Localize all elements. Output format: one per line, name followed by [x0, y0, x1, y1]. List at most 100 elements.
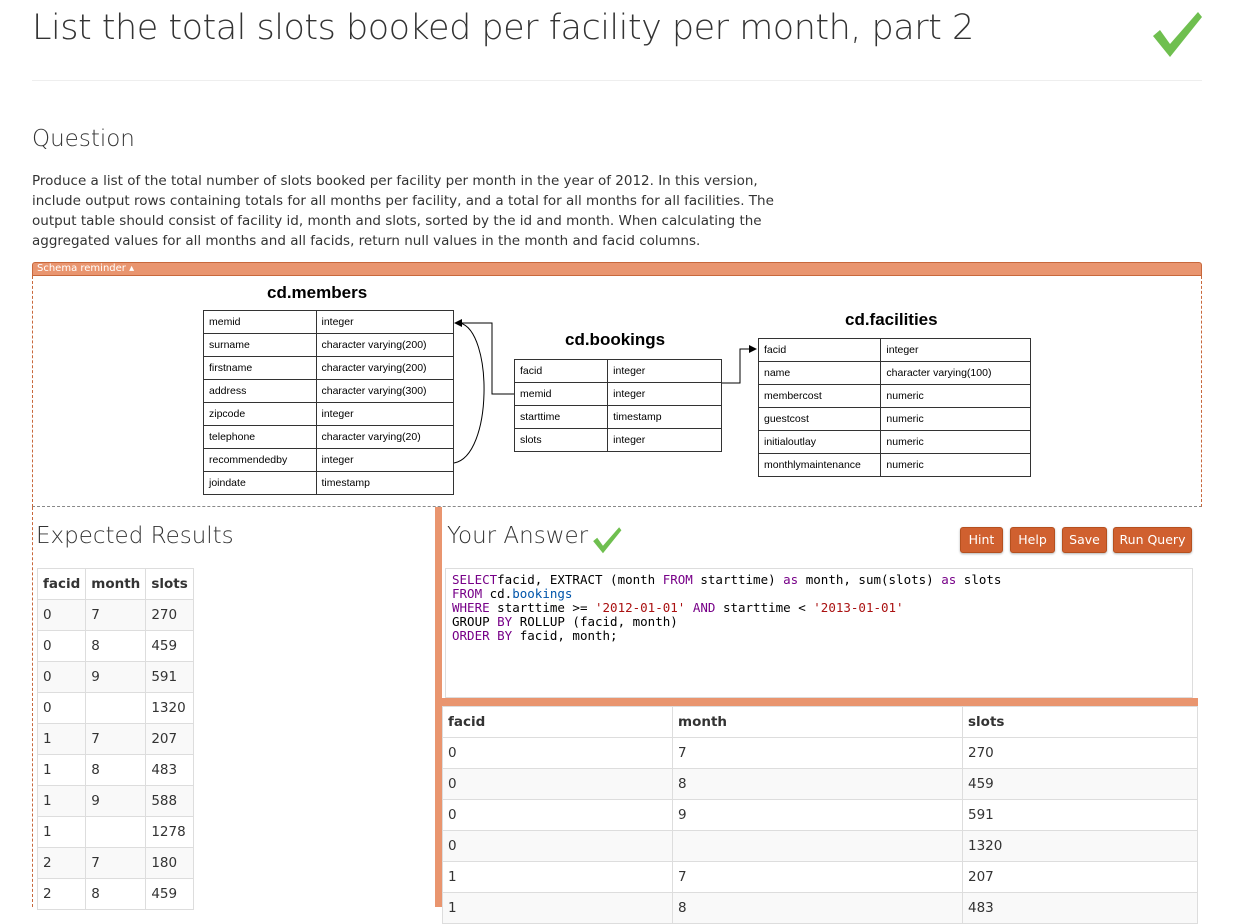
table-cell: 8	[672, 892, 963, 924]
column-header: slots	[145, 568, 194, 600]
table-cell: 1320	[145, 692, 194, 724]
table-cell	[672, 830, 963, 862]
table-row: 0 9 591	[442, 799, 1198, 831]
table-cell: 0	[36, 630, 87, 662]
expected-results-panel: Expected Results facid month slots 0 7 270 0 8 4…	[32, 507, 435, 910]
sql-token: bookings	[512, 586, 573, 601]
table-cell: 207	[962, 861, 1198, 893]
hint-button[interactable]: Hint	[960, 527, 1003, 553]
page-title: List the total slots booked per facility…	[32, 8, 974, 48]
table-cell: 8	[672, 768, 963, 800]
table-row: 1 9 588	[36, 785, 194, 817]
table-cell	[85, 692, 147, 724]
table-cell: 8	[85, 630, 147, 662]
sql-token: as	[783, 572, 799, 587]
table-cell: 8	[85, 754, 147, 786]
table-row: 1 8 483	[36, 754, 194, 786]
table-row: 1 8 483	[442, 892, 1198, 924]
table-row: 2 8 459	[36, 878, 194, 910]
table-cell: 1	[36, 723, 87, 755]
query-results-table: facid month slots 0 7 270 0 8 459 0 9 591 0 1320 1 7 207…	[442, 706, 1198, 924]
sql-token: '2013-01-01'	[813, 600, 904, 615]
column-header: month	[85, 568, 147, 600]
table-cell: 207	[145, 723, 194, 755]
table-cell: 459	[962, 768, 1198, 800]
table-cell: 7	[672, 737, 963, 769]
table-cell: 0	[36, 692, 87, 724]
question-text: Produce a list of the total number of sl…	[32, 173, 774, 249]
schema-diagram: cd.members memid integer surname character …	[32, 276, 1202, 507]
horizontal-splitter[interactable]	[442, 698, 1198, 706]
table-cell: 1278	[145, 816, 194, 848]
sql-token: slots	[963, 572, 1002, 587]
divider	[32, 80, 1202, 81]
table-cell: 7	[85, 847, 147, 879]
vertical-splitter[interactable]	[435, 507, 442, 907]
sql-token: facid, month;	[512, 628, 618, 643]
sql-token: WHERE	[452, 600, 490, 615]
table-cell: 8	[85, 878, 147, 910]
table-row: 1 7 207	[36, 723, 194, 755]
table-row: 2 7 180	[36, 847, 194, 879]
table-cell: 1320	[962, 830, 1198, 862]
table-cell: 7	[85, 599, 147, 631]
table-row: 0 8 459	[36, 630, 194, 662]
table-cell: 1	[36, 785, 87, 817]
check-icon	[593, 527, 622, 554]
table-cell: 2	[36, 878, 87, 910]
table-cell: 1	[36, 816, 87, 848]
table-cell: 0	[442, 737, 673, 769]
sql-token: '2012-01-01'	[595, 600, 686, 615]
table-cell: 270	[145, 599, 194, 631]
table-row: 0 1320	[442, 830, 1198, 862]
sql-token: month, sum(slots)	[798, 572, 942, 587]
sql-token: cd.	[482, 586, 513, 601]
table-cell: 1	[36, 754, 87, 786]
expected-results-heading: Expected Results	[36, 523, 234, 549]
table-row: 1 7 207	[442, 861, 1198, 893]
column-header: facid	[36, 568, 87, 600]
table-cell: 483	[145, 754, 194, 786]
table-cell: 0	[442, 799, 673, 831]
column-header: facid	[442, 706, 673, 738]
sql-token: SELECT	[452, 572, 498, 587]
table-cell: 0	[442, 830, 673, 862]
table-cell: 180	[145, 847, 194, 879]
table-cell: 0	[36, 661, 87, 693]
table-row: 1 1278	[36, 816, 194, 848]
table-cell: 591	[145, 661, 194, 693]
schema-reminder-toggle[interactable]: Schema reminder ▴	[32, 262, 1202, 276]
sql-token: GROUP	[452, 614, 490, 629]
table-cell: 2	[36, 847, 87, 879]
your-answer-heading: Your Answer	[447, 523, 589, 549]
help-button[interactable]: Help	[1010, 527, 1055, 553]
sql-token: AND	[692, 600, 716, 615]
run-query-button[interactable]: Run Query	[1113, 527, 1192, 553]
column-header: slots	[962, 706, 1198, 738]
sql-token: FROM	[662, 572, 693, 587]
sql-token: starttime <	[715, 600, 814, 615]
table-row: 0 9 591	[36, 661, 194, 693]
sql-token: BY	[497, 614, 513, 629]
sql-token: facid, EXTRACT (month	[497, 572, 663, 587]
table-cell: 1	[442, 892, 673, 924]
sql-token: ORDER BY	[452, 628, 513, 643]
table-row: 0 7 270	[36, 599, 194, 631]
table-cell: 0	[442, 768, 673, 800]
sql-editor[interactable]: SELECTfacid, EXTRACT (month FROM startti…	[445, 568, 1193, 698]
table-row: 0 8 459	[442, 768, 1198, 800]
table-cell: 7	[85, 723, 147, 755]
sql-token: as	[941, 572, 957, 587]
table-cell: 9	[85, 661, 147, 693]
table-cell: 270	[962, 737, 1198, 769]
table-cell: 1	[442, 861, 673, 893]
table-cell: 483	[962, 892, 1198, 924]
table-cell: 7	[672, 861, 963, 893]
save-button[interactable]: Save	[1062, 527, 1107, 553]
table-cell: 588	[145, 785, 194, 817]
question-heading: Question	[32, 126, 135, 152]
sql-token: ROLLUP (facid, month)	[519, 614, 678, 629]
table-row: 0 1320	[36, 692, 194, 724]
column-header: month	[672, 706, 963, 738]
